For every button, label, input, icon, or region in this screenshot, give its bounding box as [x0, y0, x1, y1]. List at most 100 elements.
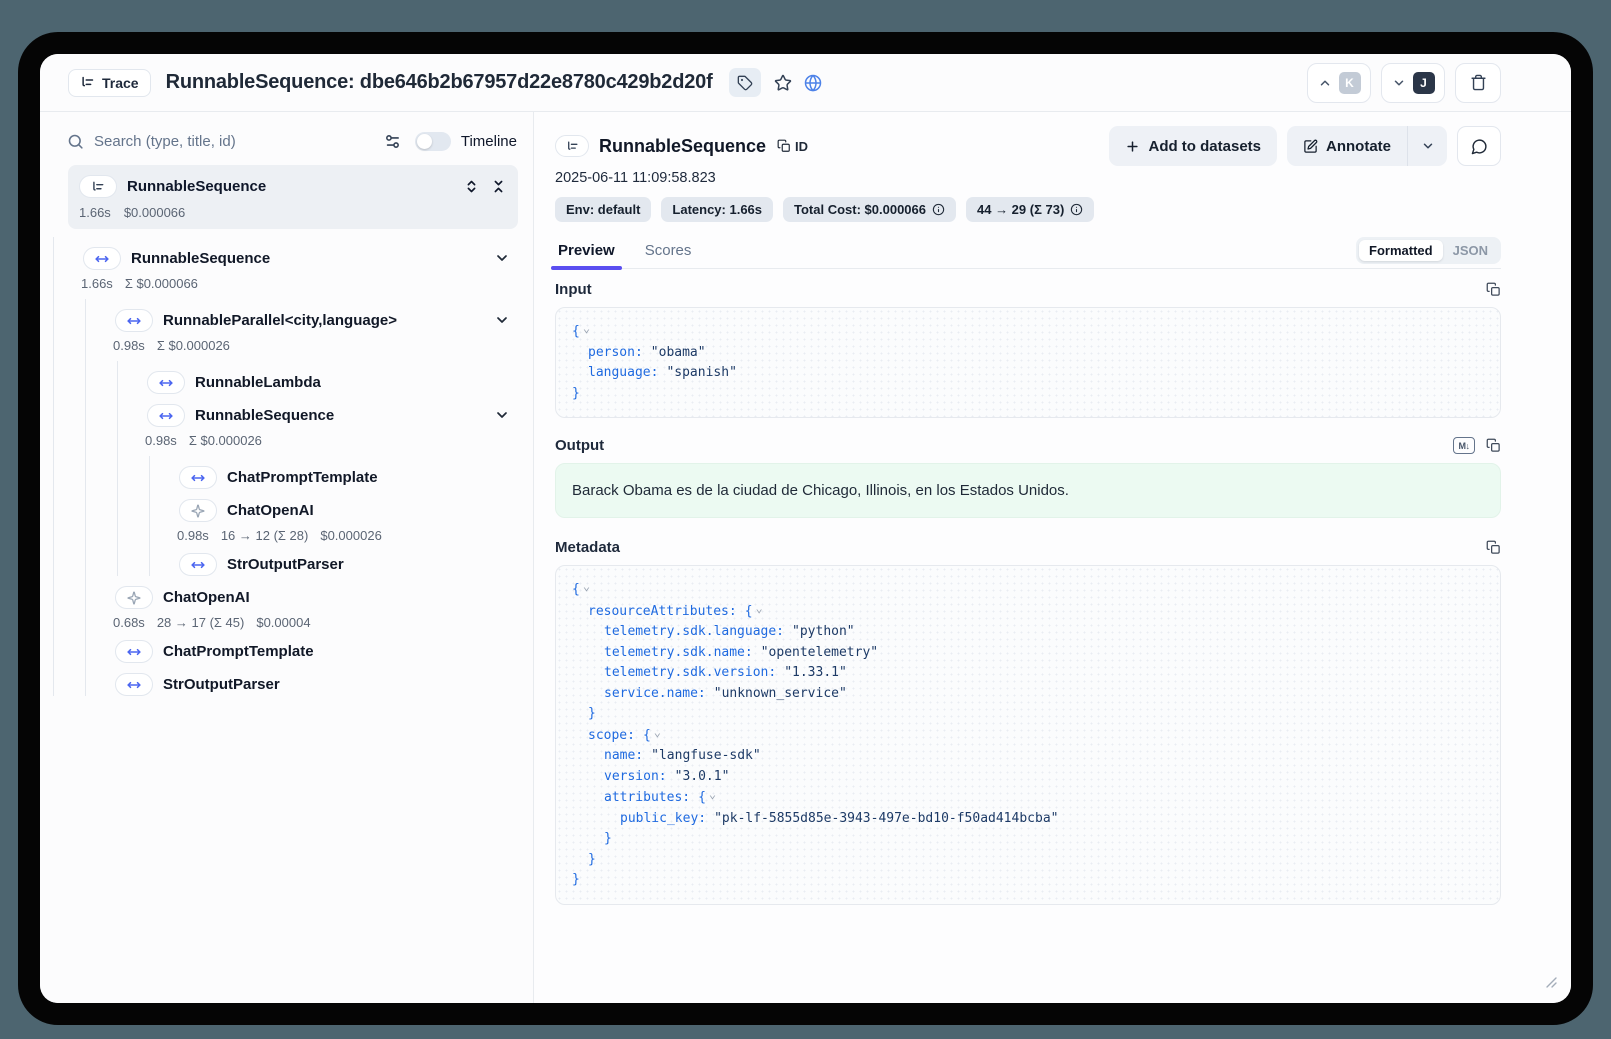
tree-node[interactable]: RunnableLambda: [118, 361, 518, 394]
chevron-down-icon: [1392, 76, 1406, 90]
copy-icon: [777, 139, 791, 153]
span-type-badge: [115, 309, 153, 332]
timeline-toggle[interactable]: [415, 132, 451, 151]
copy-icon[interactable]: [1486, 438, 1501, 453]
app-window: Trace RunnableSequence: dbe646b2b67957d2…: [18, 32, 1593, 1025]
span-type-badge: [179, 466, 217, 489]
tree-node[interactable]: ChatOpenAI 0.98s 16 → 12 (Σ 28) $0.00002…: [150, 489, 518, 543]
delete-trace-button[interactable]: [1455, 63, 1501, 103]
add-to-datasets-button[interactable]: Add to datasets: [1109, 126, 1277, 166]
public-link-button[interactable]: [804, 74, 822, 92]
copy-icon[interactable]: [1486, 540, 1501, 555]
comment-bubble-icon: [1471, 138, 1488, 155]
json-collapse-chevron-icon[interactable]: [651, 728, 661, 743]
search-input[interactable]: [94, 133, 374, 150]
bookmark-button[interactable]: [774, 74, 792, 92]
pencil-square-icon: [1303, 139, 1318, 154]
node-duration: 0.98s: [145, 433, 177, 448]
toggle-knob: [417, 134, 432, 149]
chevron-down-icon: [1421, 139, 1435, 153]
formatted-option[interactable]: Formatted: [1359, 240, 1443, 261]
timeline-label: Timeline: [461, 133, 517, 150]
node-tokens: 16 → 12 (Σ 28): [221, 528, 309, 543]
plus-icon: [1125, 139, 1140, 154]
search-icon: [67, 133, 84, 150]
top-header: Trace RunnableSequence: dbe646b2b67957d2…: [40, 54, 1571, 112]
tree-root-node[interactable]: RunnableSequence 1.66s $0.000066: [68, 165, 518, 229]
span-type-badge: [147, 404, 185, 427]
shortcut-key-k: K: [1339, 72, 1361, 94]
tag-icon: [737, 75, 753, 91]
json-collapse-chevron-icon[interactable]: [580, 582, 590, 597]
json-collapse-chevron-icon[interactable]: [580, 324, 590, 339]
shortcut-key-j: J: [1413, 72, 1435, 94]
span-type-badge: [83, 247, 121, 270]
tree-node[interactable]: RunnableSequence 1.66s Σ $0.000066: [54, 237, 518, 696]
markdown-toggle-icon[interactable]: [1453, 437, 1475, 454]
metadata-json-viewer[interactable]: { resourceAttributes:{ telemetry.sdk.lan…: [555, 565, 1501, 905]
span-icon: [159, 409, 173, 423]
trace-sidebar: Timeline RunnableSequence: [40, 112, 534, 1003]
trash-icon: [1470, 74, 1487, 91]
annotate-button[interactable]: Annotate: [1287, 126, 1407, 166]
tree-node[interactable]: StrOutputParser: [150, 543, 518, 576]
json-collapse-chevron-icon[interactable]: [753, 604, 763, 619]
tree-node[interactable]: StrOutputParser: [86, 663, 518, 696]
tabs: Preview Scores Formatted JSON: [555, 236, 1501, 269]
tab-preview[interactable]: Preview: [555, 236, 618, 268]
copy-id-button[interactable]: ID: [777, 139, 808, 154]
trace-badge-label: Trace: [102, 75, 139, 91]
expand-all-icon[interactable]: [464, 179, 479, 194]
filter-settings-button[interactable]: [384, 133, 401, 150]
trace-tree-icon: [566, 140, 579, 153]
tags-button[interactable]: [729, 68, 761, 97]
tab-scores[interactable]: Scores: [642, 236, 695, 268]
span-type-badge: [115, 640, 153, 663]
trace-tree-icon: [91, 180, 105, 194]
copy-icon[interactable]: [1486, 282, 1501, 297]
root-duration: 1.66s: [79, 205, 111, 220]
tree-node[interactable]: ChatPromptTemplate: [86, 630, 518, 663]
total-cost-chip: Total Cost: $0.000066: [783, 197, 956, 222]
tree-node[interactable]: RunnableSequence 0.98s Σ $0.000026: [118, 394, 518, 576]
observation-detail-panel: RunnableSequence ID Add to datasets Anno…: [534, 112, 1571, 1003]
node-duration: 1.66s: [81, 276, 113, 291]
json-option[interactable]: JSON: [1443, 240, 1498, 261]
tree-node[interactable]: RunnableParallel<city,language> 0.98s Σ …: [86, 299, 518, 696]
span-icon: [191, 558, 205, 572]
observation-title: RunnableSequence: [599, 136, 766, 157]
annotate-dropdown-button[interactable]: [1407, 126, 1447, 166]
span-type-badge: [179, 553, 217, 576]
node-cost: Σ $0.000066: [125, 276, 198, 291]
collapse-node-button[interactable]: [494, 312, 510, 333]
search-row: Timeline: [40, 112, 533, 165]
node-duration: 0.98s: [113, 338, 145, 353]
span-icon: [127, 678, 141, 692]
trace-icon-badge: [79, 175, 117, 198]
trace-type-badge: Trace: [68, 69, 151, 97]
latency-chip: Latency: 1.66s: [661, 197, 773, 222]
info-icon[interactable]: [932, 203, 945, 216]
span-icon: [95, 252, 109, 266]
resize-handle[interactable]: [1546, 975, 1557, 993]
trace-tree: RunnableSequence 1.66s $0.000066: [40, 165, 533, 1003]
resize-grip-icon: [1546, 977, 1557, 988]
metric-chips: Env: default Latency: 1.66s Total Cost: …: [555, 197, 1501, 222]
metadata-section-title: Metadata: [555, 539, 620, 556]
info-icon[interactable]: [1070, 203, 1083, 216]
next-trace-button[interactable]: J: [1381, 63, 1445, 103]
tree-node[interactable]: ChatOpenAI 0.68s 28 → 17 (Σ 45) $0.00004: [86, 576, 518, 630]
collapse-all-icon[interactable]: [491, 179, 506, 194]
chevron-down-icon: [494, 312, 510, 328]
span-icon: [127, 314, 141, 328]
id-label: ID: [795, 139, 808, 154]
root-cost: $0.000066: [124, 205, 185, 220]
prev-trace-button[interactable]: K: [1307, 63, 1371, 103]
comments-button[interactable]: [1457, 126, 1501, 166]
collapse-node-button[interactable]: [494, 407, 510, 428]
input-json-viewer[interactable]: { person:"obama" language:"spanish" }: [555, 307, 1501, 418]
json-collapse-chevron-icon[interactable]: [706, 790, 716, 805]
node-duration: 0.98s: [177, 528, 209, 543]
tree-node[interactable]: ChatPromptTemplate: [150, 456, 518, 489]
collapse-node-button[interactable]: [494, 250, 510, 271]
